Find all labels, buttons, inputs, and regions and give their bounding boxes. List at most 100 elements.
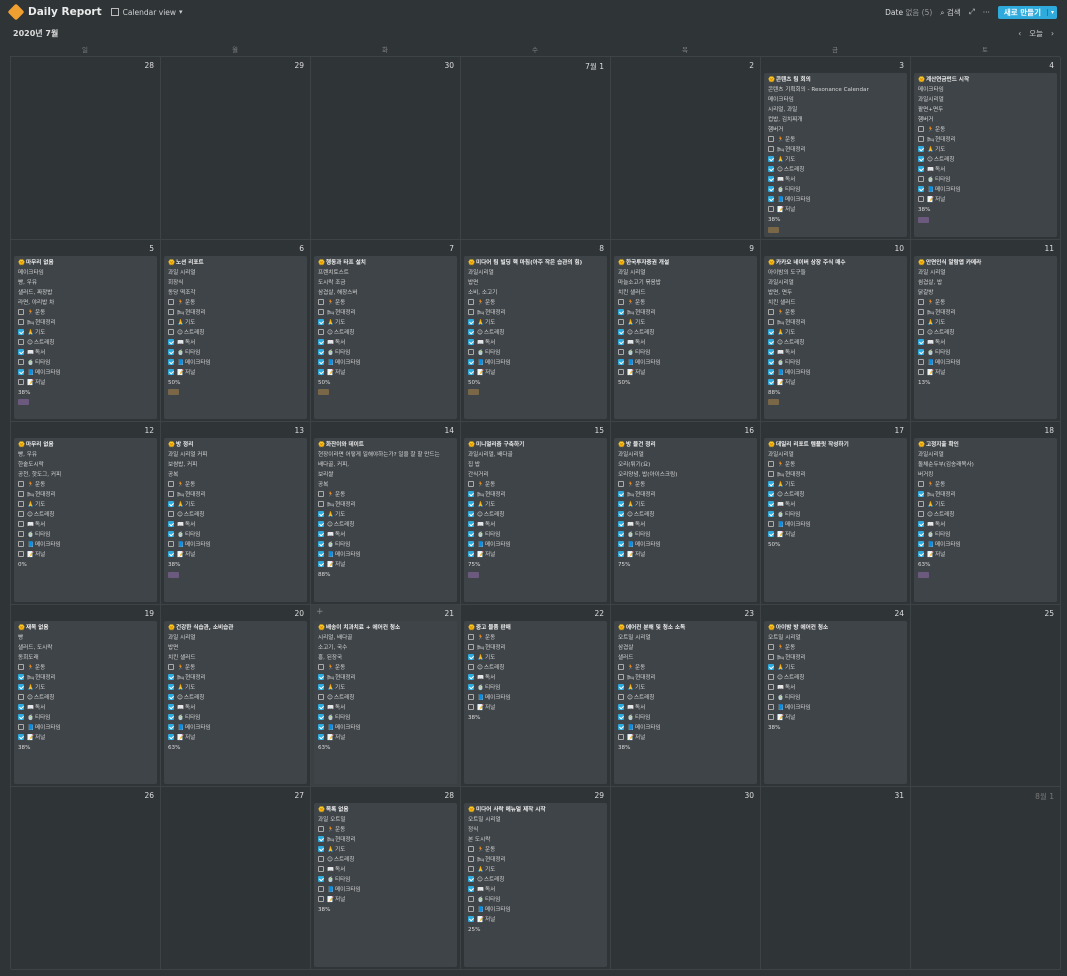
task-checkbox[interactable] xyxy=(468,643,474,650)
task-checkbox[interactable] xyxy=(918,186,924,192)
task-checkbox[interactable] xyxy=(768,186,774,192)
day-cell[interactable]: 15 🌞미니멀리즘 구축하기 과일시리얼, 배다골 집 밥 간식거리 🏃운동 🛏현대정리 🙏기… xyxy=(461,422,611,605)
page-card[interactable]: 🌞미다어 사락 메뉴얼 제작 시작 오트밀 시리얼 정식 본 도시락 🏃운동 🛏현대정리 🙏… xyxy=(464,803,607,967)
task-checkbox[interactable] xyxy=(918,146,924,152)
task-checkbox[interactable] xyxy=(318,541,324,548)
task-checkbox[interactable] xyxy=(168,713,174,720)
task-checkbox[interactable] xyxy=(168,358,174,365)
task-checkbox[interactable] xyxy=(918,338,924,345)
task-checkbox[interactable] xyxy=(18,733,24,740)
task-checkbox[interactable] xyxy=(918,196,924,202)
task-checkbox[interactable] xyxy=(318,521,324,528)
task-checkbox[interactable] xyxy=(618,551,624,558)
task-checkbox[interactable] xyxy=(168,683,174,690)
task-checkbox[interactable] xyxy=(768,653,774,660)
task-checkbox[interactable] xyxy=(618,358,624,365)
page-card[interactable]: 🌞방 물건 정리 과일시리얼 오리(튀기(요) 오리양념, 밥(아이스크림) 🏃운동 🛏현… xyxy=(614,438,757,602)
page-card[interactable]: 🌞재목 없음 빵 샐러드, 도시락 동회도래 🏃운동 🛏현대정리 🙏기도 😊스트레칭 📖독서 🍵티… xyxy=(14,620,157,785)
task-checkbox[interactable] xyxy=(918,481,924,488)
task-checkbox[interactable] xyxy=(768,673,774,680)
task-checkbox[interactable] xyxy=(618,703,624,710)
task-checkbox[interactable] xyxy=(468,318,474,325)
day-cell[interactable]: 23 🌞에어컨 분해 및 청소 소독 오트밀 시리얼 삼겹살 샐러드 🏃운동 🛏현대정리 🙏기… xyxy=(611,604,761,788)
task-checkbox[interactable] xyxy=(468,511,474,518)
task-checkbox[interactable] xyxy=(468,308,474,315)
task-checkbox[interactable] xyxy=(768,713,774,720)
task-checkbox[interactable] xyxy=(768,338,774,345)
task-checkbox[interactable] xyxy=(618,673,624,680)
task-checkbox[interactable] xyxy=(768,521,774,528)
day-cell[interactable]: 22 🌞중고 물품 판매 🏃운동 🛏현대정리 🙏기도 😊스트레칭 📖독서 🍵티타임 📘메이크타임… xyxy=(461,604,611,788)
task-checkbox[interactable] xyxy=(918,491,924,498)
task-checkbox[interactable] xyxy=(468,653,474,660)
day-cell[interactable]: 26 xyxy=(11,787,161,970)
new-button-chevron-icon[interactable]: ▾ xyxy=(1046,8,1057,16)
task-checkbox[interactable] xyxy=(318,703,324,710)
task-checkbox[interactable] xyxy=(468,663,474,670)
task-checkbox[interactable] xyxy=(318,713,324,720)
day-cell[interactable]: 19 🌞재목 없음 빵 샐러드, 도시락 동회도래 🏃운동 🛏현대정리 🙏기도 😊스트레칭 📖독서… xyxy=(11,604,161,788)
task-checkbox[interactable] xyxy=(18,511,24,518)
day-cell[interactable]: 3 🌞콘텐츠 팀 회의 콘텐츠 기획회의 - Resonance Calendar 메… xyxy=(761,57,911,240)
day-cell[interactable]: 29 xyxy=(161,57,311,240)
task-checkbox[interactable] xyxy=(18,338,24,345)
task-checkbox[interactable] xyxy=(618,531,624,538)
task-checkbox[interactable] xyxy=(168,491,174,498)
task-checkbox[interactable] xyxy=(918,318,924,325)
date-property-filter[interactable]: Date 없음 (5) xyxy=(885,7,932,18)
task-checkbox[interactable] xyxy=(18,723,24,730)
task-checkbox[interactable] xyxy=(918,521,924,528)
task-checkbox[interactable] xyxy=(918,541,924,548)
task-checkbox[interactable] xyxy=(318,723,324,730)
day-cell[interactable]: 30 xyxy=(311,57,461,240)
task-checkbox[interactable] xyxy=(618,693,624,700)
task-checkbox[interactable] xyxy=(468,551,474,558)
task-checkbox[interactable] xyxy=(768,378,774,385)
task-checkbox[interactable] xyxy=(168,318,174,325)
task-checkbox[interactable] xyxy=(318,491,324,498)
task-checkbox[interactable] xyxy=(618,663,624,670)
prev-month-icon[interactable]: ‹ xyxy=(1018,29,1021,38)
task-checkbox[interactable] xyxy=(468,541,474,548)
task-checkbox[interactable] xyxy=(468,368,474,375)
task-checkbox[interactable] xyxy=(768,481,774,488)
page-card[interactable]: 🌞목록 없음 과일 오트밀 🏃운동 🛏현대정리 🙏기도 😊스트레칭 📖독서 🍵티타임 📘메이크타… xyxy=(314,803,457,967)
task-checkbox[interactable] xyxy=(168,673,174,680)
page-title[interactable]: Daily Report xyxy=(7,3,102,21)
task-checkbox[interactable] xyxy=(768,308,774,315)
day-cell[interactable]: 30 xyxy=(611,787,761,970)
task-checkbox[interactable] xyxy=(468,491,474,498)
task-checkbox[interactable] xyxy=(318,531,324,538)
task-checkbox[interactable] xyxy=(318,876,324,883)
view-selector[interactable]: Calendar view ▾ xyxy=(110,8,183,17)
task-checkbox[interactable] xyxy=(468,501,474,508)
day-cell[interactable]: 10 🌞카카오 네이버 상장 주식 매수 아이밤의 도구들 과일시리얼 밥면, 면두 치킨… xyxy=(761,239,911,423)
task-checkbox[interactable] xyxy=(168,521,174,528)
task-checkbox[interactable] xyxy=(618,713,624,720)
task-checkbox[interactable] xyxy=(468,683,474,690)
task-checkbox[interactable] xyxy=(468,358,474,365)
task-checkbox[interactable] xyxy=(318,693,324,700)
task-checkbox[interactable] xyxy=(318,896,324,903)
task-checkbox[interactable] xyxy=(318,561,324,568)
task-checkbox[interactable] xyxy=(318,501,324,508)
task-checkbox[interactable] xyxy=(168,481,174,488)
task-checkbox[interactable] xyxy=(318,663,324,670)
task-checkbox[interactable] xyxy=(918,348,924,355)
task-checkbox[interactable] xyxy=(618,541,624,548)
page-card[interactable]: 🌞건강한 식습관, 소비습관 과일 시리얼 밥면 치킨 샐러드 🏃운동 🛏현대정리 🙏기도 😊… xyxy=(164,620,307,785)
day-cell[interactable]: 27 xyxy=(161,787,311,970)
task-checkbox[interactable] xyxy=(618,348,624,355)
task-checkbox[interactable] xyxy=(768,683,774,690)
task-checkbox[interactable] xyxy=(18,551,24,558)
task-checkbox[interactable] xyxy=(618,521,624,528)
task-checkbox[interactable] xyxy=(468,531,474,538)
day-cell[interactable]: 31 xyxy=(761,787,911,970)
task-checkbox[interactable] xyxy=(318,846,324,853)
task-checkbox[interactable] xyxy=(468,856,474,863)
task-checkbox[interactable] xyxy=(468,673,474,680)
task-checkbox[interactable] xyxy=(168,511,174,518)
task-checkbox[interactable] xyxy=(768,166,774,172)
task-checkbox[interactable] xyxy=(18,378,24,385)
task-checkbox[interactable] xyxy=(18,531,24,538)
